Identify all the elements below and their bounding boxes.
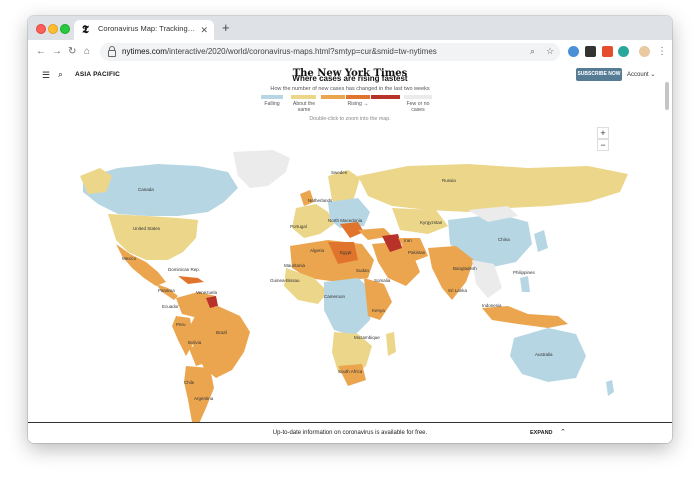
banner-text: Up-to-date information on coronavirus is… bbox=[272, 430, 428, 436]
label-chile: Chile bbox=[184, 380, 195, 385]
label-south-africa: South Africa bbox=[338, 369, 363, 374]
label-brazil: Brazil bbox=[216, 330, 227, 335]
label-venezuela: Venezuela bbox=[196, 290, 218, 295]
bottom-banner: Up-to-date information on coronavirus is… bbox=[28, 422, 672, 443]
label-sri-lanka: Sri Lanka bbox=[448, 288, 468, 293]
label-peru: Peru bbox=[176, 322, 186, 327]
chevron-up-icon[interactable]: ⌃ bbox=[560, 428, 566, 436]
japan-korea-region[interactable] bbox=[534, 230, 548, 252]
label-egypt: Egypt bbox=[340, 250, 352, 255]
label-algeria: Algeria bbox=[310, 248, 325, 253]
label-mauritania: Mauritania bbox=[284, 263, 306, 268]
label-mexico: Mexico bbox=[122, 256, 137, 261]
label-somalia: Somalia bbox=[374, 278, 391, 283]
label-dominican-rep: Dominican Rep. bbox=[168, 267, 200, 272]
world-map[interactable]: Canada United States Mexico Dominican Re… bbox=[28, 16, 672, 443]
label-bangladesh: Bangladesh bbox=[453, 266, 477, 271]
label-kenya: Kenya bbox=[372, 308, 385, 313]
label-mozambique: Mozambique bbox=[354, 335, 380, 340]
south-africa-region[interactable] bbox=[338, 364, 366, 386]
label-pakistan: Pakistan bbox=[408, 250, 426, 255]
label-cameroon: Cameroon bbox=[324, 294, 346, 299]
browser-window: 𝕿 Coronavirus Map: Tracking the ✕ + ← → … bbox=[28, 16, 672, 443]
east-africa-region[interactable] bbox=[364, 278, 392, 320]
label-sweden: Sweden bbox=[331, 170, 348, 175]
label-netherlands: Netherlands bbox=[308, 198, 333, 203]
label-north-macedonia: North Macedonia bbox=[328, 218, 363, 223]
indonesia-region[interactable] bbox=[482, 306, 568, 328]
label-kyrgyzstan: Kyrgyzstan bbox=[420, 220, 443, 225]
new-zealand-region[interactable] bbox=[606, 380, 614, 396]
label-philippines: Philippines bbox=[513, 270, 536, 275]
label-australia: Australia bbox=[535, 352, 553, 357]
label-china: China bbox=[498, 237, 510, 242]
label-united-states: United States bbox=[133, 226, 161, 231]
label-bolivia: Bolivia bbox=[188, 340, 202, 345]
label-iran: Iran bbox=[404, 238, 412, 243]
greenland-region[interactable] bbox=[233, 150, 290, 188]
russia-region[interactable] bbox=[358, 164, 628, 212]
label-panama: Panama bbox=[158, 288, 175, 293]
label-guinea-bissau: Guinea-Bissau bbox=[270, 278, 300, 283]
label-portugal: Portugal bbox=[290, 224, 307, 229]
madagascar-region[interactable] bbox=[386, 332, 396, 356]
label-canada: Canada bbox=[138, 187, 154, 192]
caribbean-region[interactable] bbox=[178, 276, 204, 284]
label-russia: Russia bbox=[442, 178, 456, 183]
label-sudan: Sudan bbox=[356, 268, 370, 273]
label-argentina: Argentina bbox=[194, 396, 214, 401]
philippines-region[interactable] bbox=[520, 276, 530, 292]
expand-button[interactable]: EXPAND bbox=[530, 430, 553, 436]
label-indonesia: Indonesia bbox=[482, 303, 502, 308]
label-ecuador: Ecuador bbox=[162, 304, 179, 309]
